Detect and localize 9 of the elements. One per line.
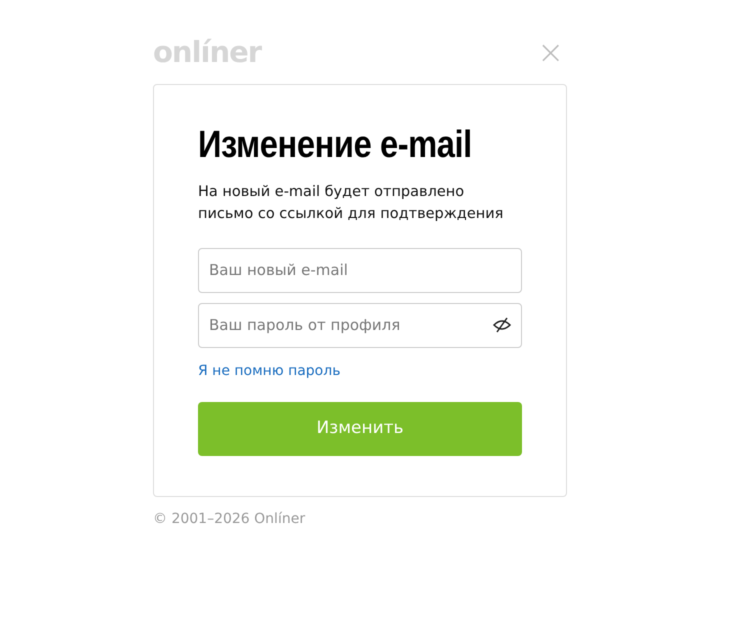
- copyright-text: © 2001–2026 Onlíner: [153, 510, 306, 529]
- email-field[interactable]: Ваш новый e-mail: [198, 248, 522, 293]
- submit-button[interactable]: Изменить: [198, 402, 522, 456]
- close-button[interactable]: ×: [537, 36, 564, 68]
- password-field[interactable]: Ваш пароль от профиля: [198, 302, 522, 348]
- description-text: На новый e-mail будет отправлено письмо со ссылкой для подтверждения: [198, 182, 504, 224]
- page-title: Изменение e-mail: [198, 123, 473, 168]
- hidden-eye-icon[interactable]: [492, 316, 512, 333]
- forgot-password-link[interactable]: Я не помню пароль: [198, 362, 340, 379]
